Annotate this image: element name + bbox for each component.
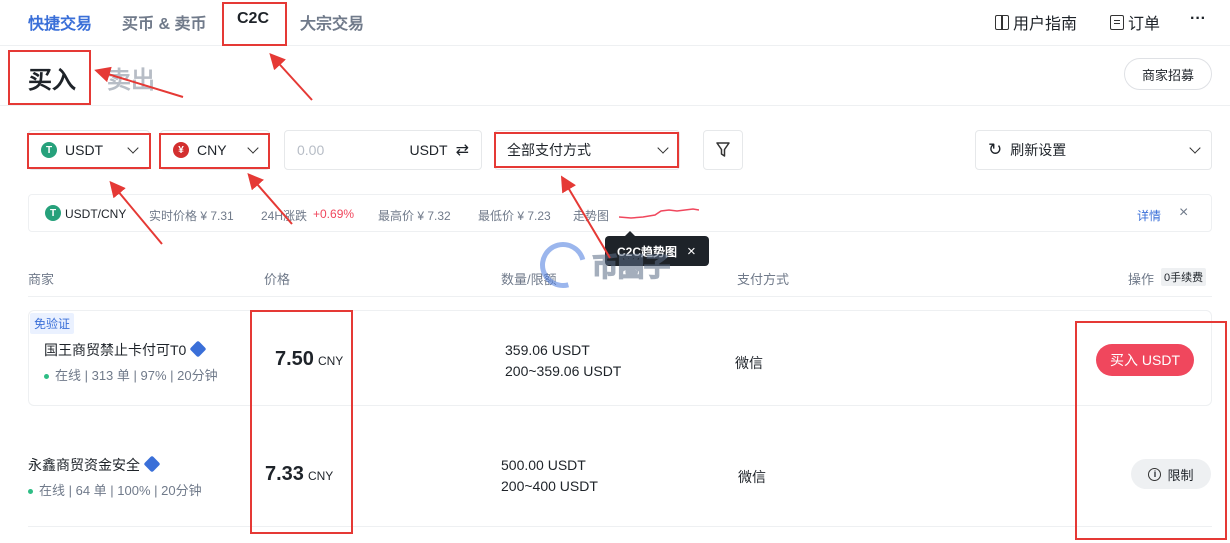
arrow [269,53,313,101]
arrow [94,66,184,98]
annotation-arrows [94,53,611,259]
arrow [560,175,611,259]
arrow [109,180,163,245]
arrow [247,172,293,225]
